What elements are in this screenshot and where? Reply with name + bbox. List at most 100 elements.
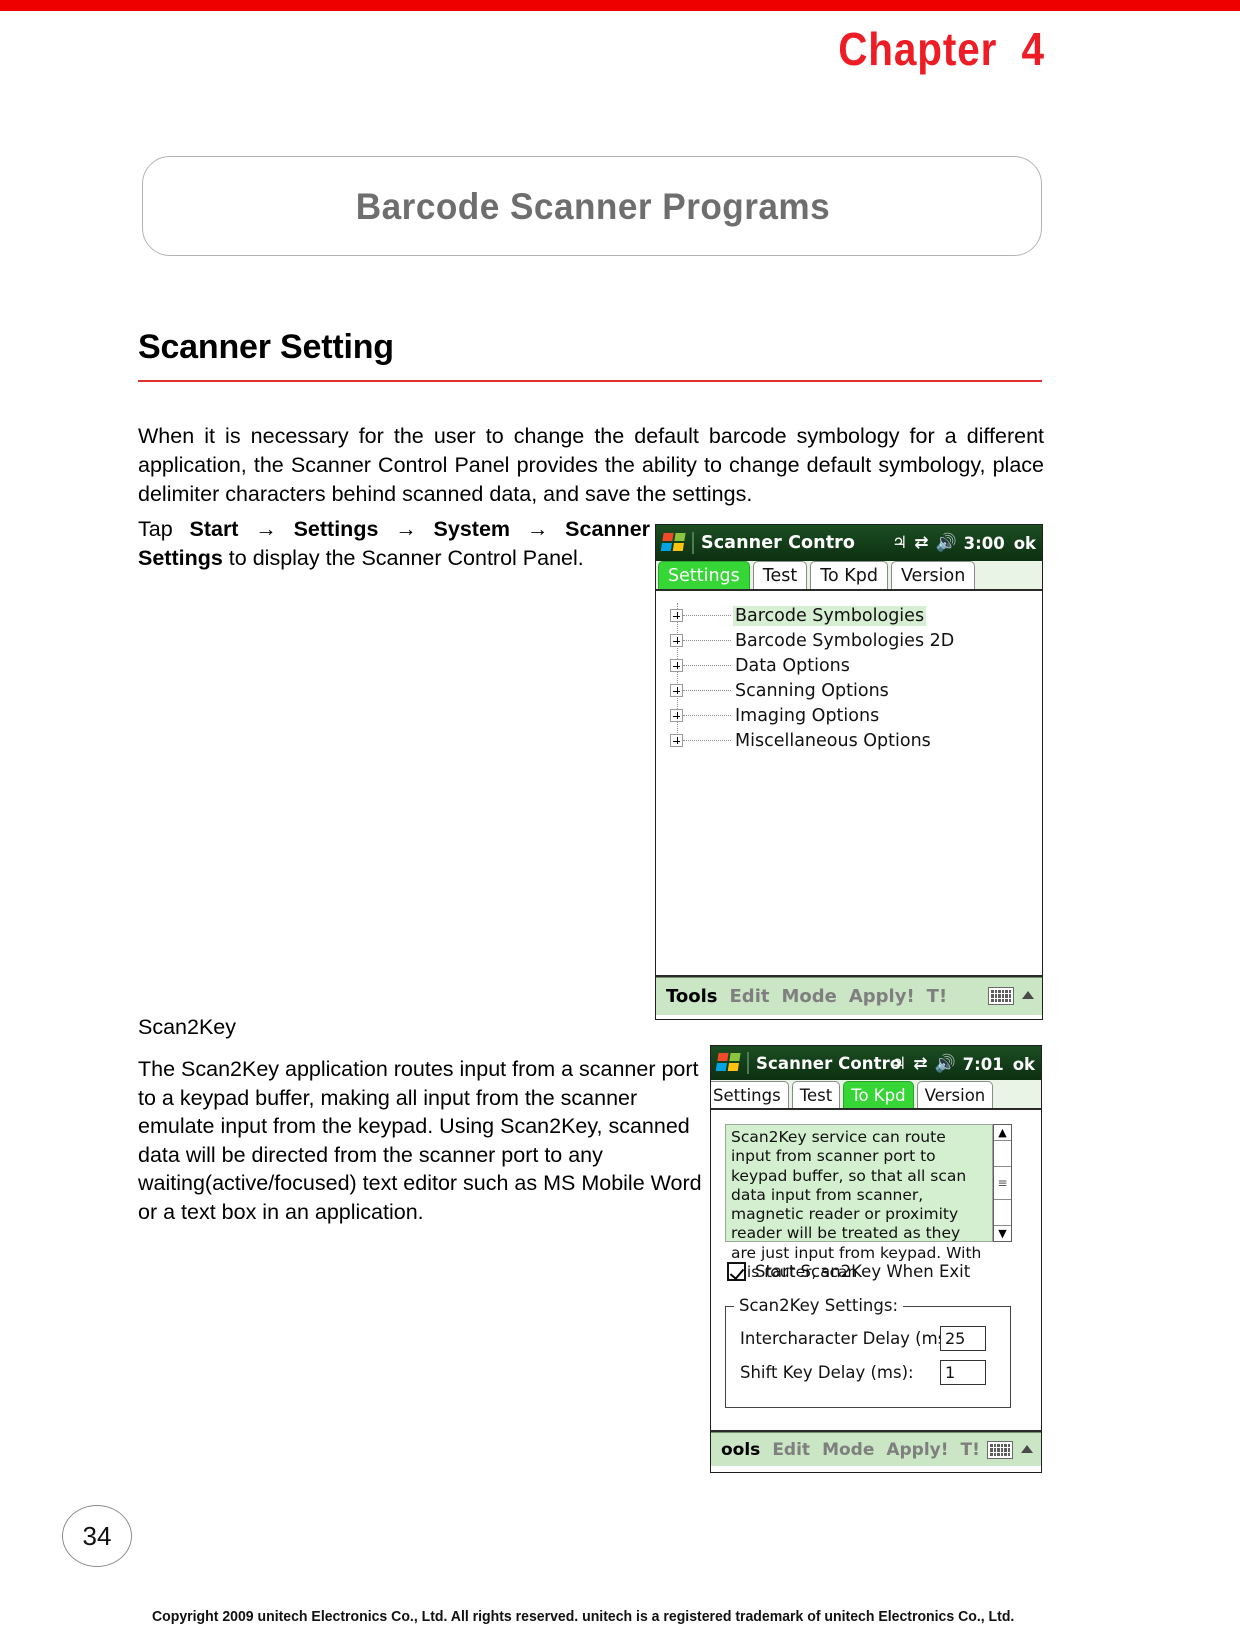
toolbar-mode[interactable]: Mode [822, 1440, 874, 1460]
tab-to-kpd[interactable]: To Kpd [810, 561, 888, 589]
tab-settings[interactable]: Settings [711, 1081, 789, 1108]
scan2key-settings-group: Scan2Key Settings: Intercharacter Delay … [725, 1296, 1011, 1408]
tree-item-label: Data Options [735, 655, 850, 676]
toolbar-edit[interactable]: Edit [772, 1440, 810, 1460]
arrow-3: → [510, 517, 566, 541]
tree-item-scanning-options[interactable]: Scanning Options [670, 678, 1042, 703]
windows-logo-icon [715, 1053, 742, 1073]
window-title-text: Scanner Contro [701, 533, 856, 553]
volume-icon: 🔊 [935, 532, 957, 553]
chapter-label: Chapter 4 [838, 23, 1045, 75]
tree-item-imaging-options[interactable]: Imaging Options [670, 703, 1042, 728]
chapter-title-text: Barcode Scanner Programs [355, 186, 831, 227]
expand-plus-icon[interactable] [670, 684, 683, 697]
settings-tree: Barcode Symbologies Barcode Symbologies … [656, 591, 1042, 753]
expand-plus-icon[interactable] [670, 734, 683, 747]
toolbar-t[interactable]: T! [961, 1440, 980, 1460]
scanner-control-panel-screenshot: Scanner Contro ♃ ⇄ 🔊 3:00 ok Settings Te… [655, 524, 1043, 1020]
tree-item-miscellaneous-options[interactable]: Miscellaneous Options [670, 728, 1042, 753]
tree-item-label: Miscellaneous Options [735, 730, 931, 751]
tree-item-label: Imaging Options [735, 705, 880, 726]
bottom-toolbar: ools Edit Mode Apply! T! [711, 1432, 1041, 1466]
tree-item-label: Barcode Symbologies 2D [735, 630, 955, 651]
arrow-2: → [378, 517, 434, 541]
expand-plus-icon[interactable] [670, 659, 683, 672]
windows-logo-icon [660, 533, 687, 553]
shift-key-delay-input[interactable]: 1 [940, 1360, 986, 1385]
ok-button[interactable]: ok [1014, 534, 1036, 553]
signal-icon: ♃ [890, 1053, 907, 1074]
window-title-bar: Scanner Contro ♃ ⇄ 🔊 7:01 ok [711, 1046, 1041, 1080]
scroll-thumb[interactable]: ≡ [994, 1166, 1011, 1200]
scan2key-paragraph: The Scan2Key application routes input fr… [138, 1057, 702, 1224]
volume-icon: 🔊 [934, 1053, 956, 1074]
tap-settings: Settings [293, 517, 379, 541]
title-separator [747, 1052, 749, 1074]
keyboard-icon[interactable] [988, 987, 1014, 1005]
intercharacter-delay-row: Intercharacter Delay (ms): 25 [740, 1326, 998, 1351]
keyboard-icon[interactable] [987, 1441, 1013, 1459]
expand-plus-icon[interactable] [670, 634, 683, 647]
tab-version[interactable]: Version [916, 1081, 994, 1108]
toolbar-apply[interactable]: Apply! [886, 1440, 948, 1460]
tree-item-label: Barcode Symbologies [733, 605, 927, 626]
ok-button[interactable]: ok [1013, 1055, 1035, 1074]
tree-item-data-options[interactable]: Data Options [670, 653, 1042, 678]
shift-key-delay-label: Shift Key Delay (ms): [740, 1363, 914, 1382]
window-title-text: Scanner Contro [756, 1053, 902, 1073]
intercharacter-delay-input[interactable]: 25 [940, 1326, 986, 1351]
description-scrollbar[interactable]: ▲ ≡ ▼ [993, 1124, 1012, 1242]
expand-plus-icon[interactable] [670, 709, 683, 722]
tab-version[interactable]: Version [890, 561, 976, 589]
group-legend: Scan2Key Settings: [734, 1296, 904, 1315]
toolbar-apply[interactable]: Apply! [849, 986, 915, 1007]
checkbox-icon[interactable] [727, 1262, 746, 1281]
scroll-down-arrow-icon[interactable]: ▼ [994, 1225, 1011, 1241]
chevron-up-icon[interactable] [1022, 991, 1034, 999]
tab-test[interactable]: Test [752, 561, 808, 589]
tap-suffix: to display the Scanner Control Panel. [222, 546, 584, 570]
toolbar-mode[interactable]: Mode [781, 986, 836, 1007]
scroll-up-arrow-icon[interactable]: ▲ [994, 1125, 1011, 1141]
toolbar-edit[interactable]: Edit [730, 986, 770, 1007]
window-title-bar: Scanner Contro ♃ ⇄ 🔊 3:00 ok [656, 525, 1042, 561]
intro-paragraph: When it is necessary for the user to cha… [138, 424, 1044, 506]
tab-settings[interactable]: Settings [658, 561, 750, 589]
toolbar-t[interactable]: T! [927, 986, 948, 1007]
settings-tree-panel: Barcode Symbologies Barcode Symbologies … [656, 591, 1042, 977]
tree-trunk-line [676, 603, 678, 743]
page-number: 34 [62, 1505, 132, 1567]
tap-start: Start [189, 517, 239, 541]
tree-item-label: Scanning Options [735, 680, 889, 701]
start-scan2key-checkbox-row[interactable]: Start Scan2Key When Exit [727, 1262, 970, 1281]
tap-prefix: Tap [138, 517, 190, 541]
scan2key-panel: Scan2Key service can route input from sc… [711, 1110, 1041, 1432]
tab-test[interactable]: Test [791, 1081, 841, 1108]
tree-item-barcode-symbologies[interactable]: Barcode Symbologies [670, 603, 1042, 628]
heading-rule [138, 380, 1042, 382]
chapter-title-box: Barcode Scanner Programs [142, 156, 1042, 256]
system-tray: ♃ ⇄ 🔊 3:00 ok [892, 525, 1036, 561]
tree-connector [683, 740, 731, 741]
toolbar-tools[interactable]: Tools [666, 986, 718, 1007]
toolbar-tools[interactable]: ools [721, 1440, 760, 1460]
description-textbox: Scan2Key service can route input from sc… [725, 1124, 993, 1281]
signal-icon: ♃ [891, 532, 908, 553]
expand-plus-icon[interactable] [670, 609, 683, 622]
clock-label: 7:01 [962, 1054, 1004, 1074]
title-separator [692, 532, 694, 554]
clock-label: 3:00 [963, 533, 1005, 553]
tree-connector [683, 615, 731, 616]
tree-connector [683, 640, 731, 641]
checkbox-label: Start Scan2Key When Exit [755, 1262, 971, 1281]
tab-to-kpd[interactable]: To Kpd [843, 1081, 914, 1108]
tree-item-barcode-symbologies-2d[interactable]: Barcode Symbologies 2D [670, 628, 1042, 653]
page-title: Scanner Setting [138, 328, 394, 366]
copyright-notice: Copyright 2009 unitech Electronics Co., … [152, 1609, 1015, 1625]
chevron-up-icon[interactable] [1021, 1445, 1033, 1453]
intercharacter-delay-label: Intercharacter Delay (ms): [740, 1329, 959, 1348]
document-page: Chapter 4 Barcode Scanner Programs Scann… [0, 0, 1240, 1641]
arrow-1: → [238, 517, 294, 541]
network-icon: ⇄ [913, 1053, 928, 1074]
shift-key-delay-row: Shift Key Delay (ms): 1 [740, 1360, 998, 1385]
